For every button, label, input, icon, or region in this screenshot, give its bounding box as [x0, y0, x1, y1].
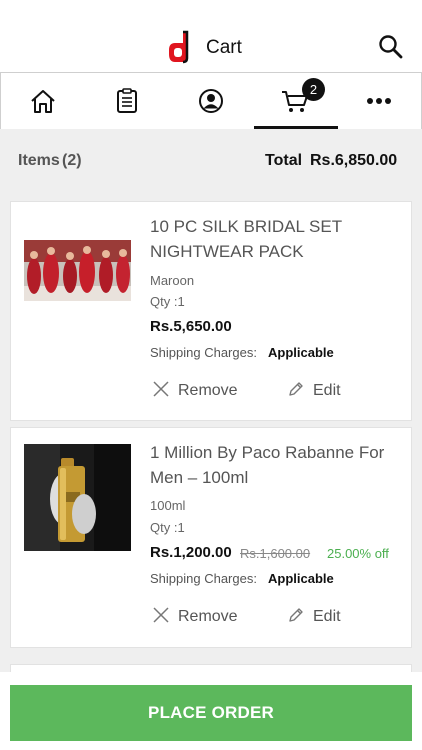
close-icon — [152, 380, 170, 403]
page-title: Cart — [206, 37, 242, 58]
edit-button[interactable]: Edit — [287, 380, 341, 402]
product-variant: 100ml — [150, 498, 186, 513]
shipping-charges-value: Applicable — [268, 571, 334, 586]
edit-button[interactable]: Edit — [287, 606, 341, 628]
nav-cart[interactable] — [253, 73, 337, 129]
shipping-charges-label: Shipping Charges: — [150, 571, 257, 586]
orders-clipboard-icon — [116, 88, 138, 114]
product-image[interactable] — [24, 240, 131, 301]
items-count: (2) — [62, 152, 82, 169]
product-quantity: Qty :1 — [150, 520, 185, 535]
d-logo-icon — [166, 30, 192, 64]
cart-item-card: 10 PC SILK BRIDAL SET NIGHTWEAR PACK Mar… — [10, 201, 412, 421]
nav-more[interactable] — [337, 73, 421, 129]
original-price: Rs.1,600.00 — [240, 546, 311, 561]
remove-button[interactable]: Remove — [152, 380, 238, 402]
product-title[interactable]: 10 PC SILK BRIDAL SET NIGHTWEAR PACK — [150, 214, 400, 264]
cart-item-card: 1 Million By Paco Rabanne For Men – 100m… — [10, 427, 412, 648]
home-icon — [29, 88, 57, 114]
pencil-icon — [287, 380, 305, 403]
cart-summary: Items (2) Total Rs.6,850.00 — [0, 129, 422, 191]
items-label: Items — [18, 152, 60, 169]
shipping-charges-value: Applicable — [268, 345, 334, 360]
pencil-icon — [287, 606, 305, 629]
product-price: Rs.5,650.00 — [150, 318, 232, 335]
product-price: Rs.1,200.00 — [150, 544, 232, 561]
search-icon[interactable] — [378, 34, 404, 60]
total-label: Total — [265, 152, 303, 169]
product-variant: Maroon — [150, 273, 195, 288]
product-quantity: Qty :1 — [150, 294, 185, 309]
remove-label: Remove — [178, 382, 238, 399]
discount-label: 25.00% off — [327, 546, 389, 561]
total-value: Rs.6,850.00 — [310, 152, 398, 169]
cart-count-badge: 2 — [302, 78, 325, 101]
top-app-bar: Cart — [0, 0, 422, 72]
close-icon — [152, 606, 170, 629]
bottom-nav-tabs — [0, 72, 422, 129]
product-image[interactable] — [24, 444, 131, 551]
remove-button[interactable]: Remove — [152, 606, 238, 628]
nav-orders[interactable] — [85, 73, 169, 129]
more-dots-icon — [366, 97, 392, 105]
place-order-button[interactable]: PLACE ORDER — [10, 685, 412, 741]
account-icon — [198, 88, 224, 114]
product-title[interactable]: 1 Million By Paco Rabanne For Men – 100m… — [150, 440, 400, 490]
remove-label: Remove — [178, 608, 238, 625]
edit-label: Edit — [313, 382, 341, 399]
nav-account[interactable] — [169, 73, 253, 129]
nav-home[interactable] — [1, 73, 85, 129]
shipping-charges-label: Shipping Charges: — [150, 345, 257, 360]
edit-label: Edit — [313, 608, 341, 625]
